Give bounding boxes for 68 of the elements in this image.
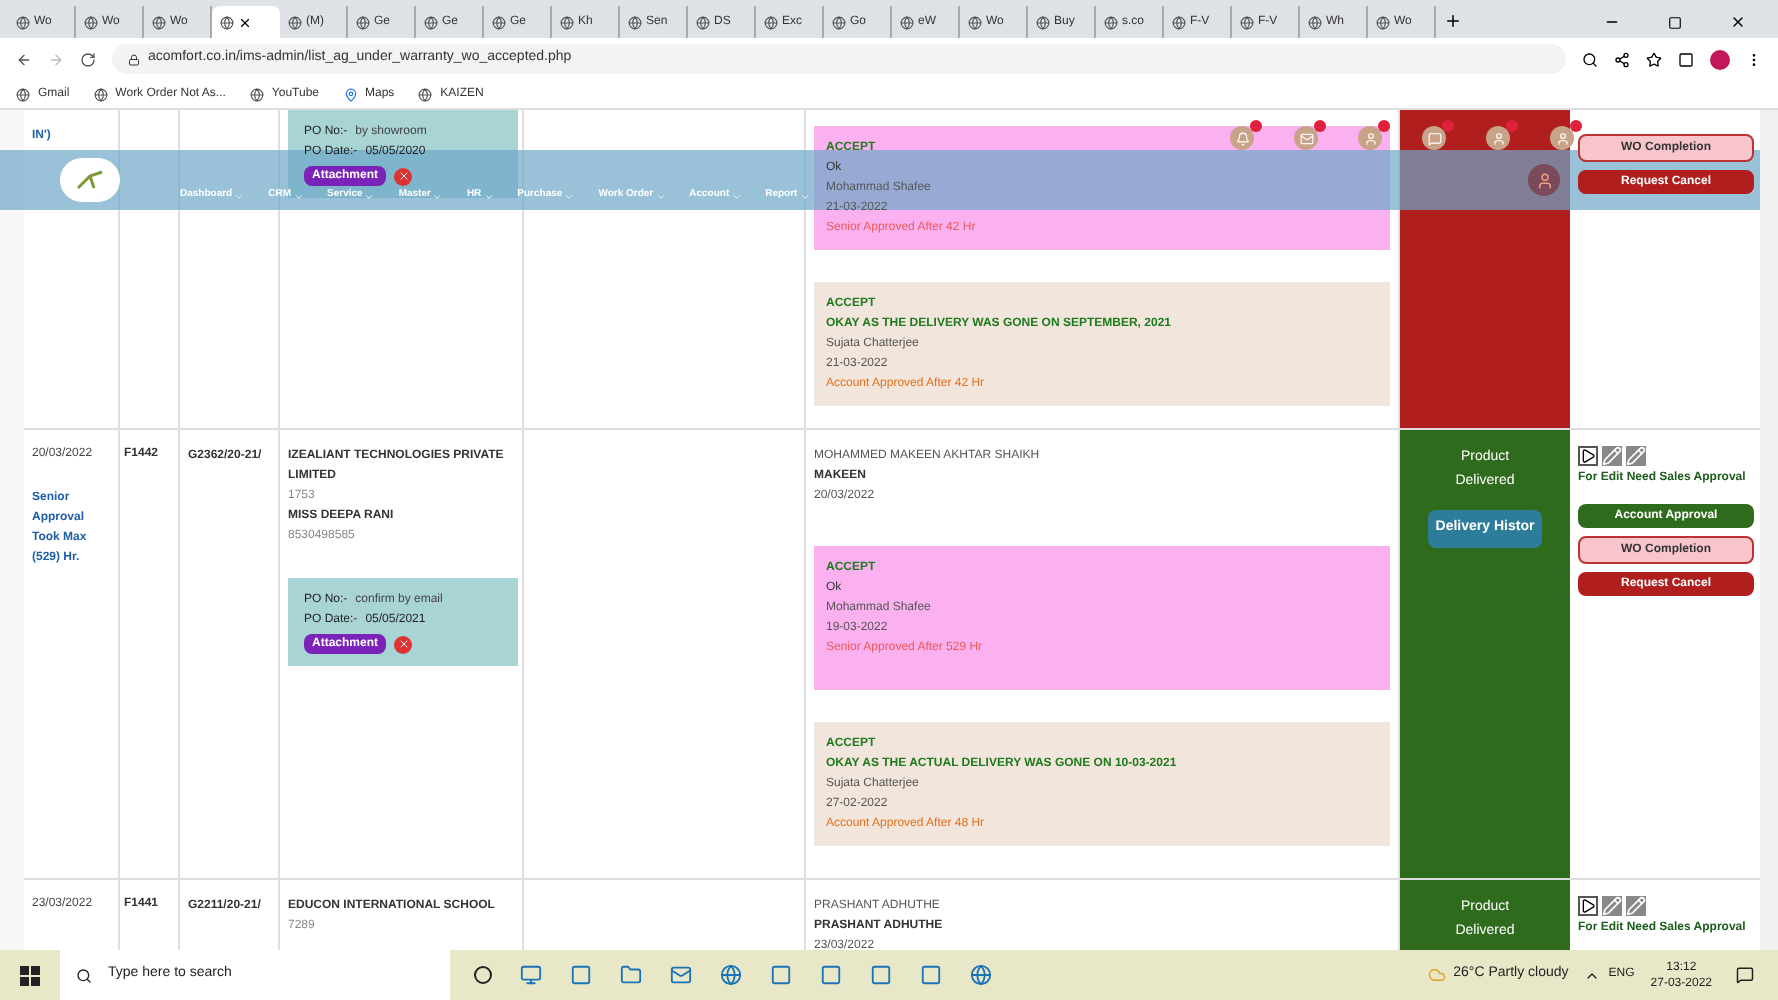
remove-icon[interactable] — [394, 635, 413, 653]
caret-icon — [799, 191, 810, 201]
play-icon[interactable] — [1578, 896, 1598, 916]
search-icon[interactable] — [1582, 51, 1598, 67]
taskbar-app-icon[interactable] — [620, 964, 642, 986]
site-icon — [220, 15, 234, 29]
site-icon — [1308, 15, 1322, 29]
reload-icon[interactable] — [80, 51, 96, 67]
globe-icon — [93, 87, 108, 101]
notifications-icon[interactable] — [1736, 966, 1754, 984]
taskbar-app-icon[interactable] — [970, 964, 992, 986]
taskbar-app-icon[interactable] — [870, 964, 892, 986]
site-icon — [356, 15, 370, 29]
site-icon — [560, 15, 574, 29]
site-icon — [1376, 15, 1390, 29]
site-icon — [628, 15, 642, 29]
close-icon[interactable] — [1730, 14, 1746, 30]
taskbar-app-icon[interactable] — [770, 964, 792, 986]
site-icon — [968, 15, 982, 29]
caret-icon — [364, 191, 375, 201]
site-icon — [832, 15, 846, 29]
taskbar-app-icon[interactable] — [820, 964, 842, 986]
back-icon[interactable] — [16, 51, 32, 67]
site-icon — [16, 15, 30, 29]
site-icon — [152, 15, 166, 29]
browser-tab[interactable] — [212, 6, 280, 38]
taskbar-app-icon[interactable] — [570, 964, 592, 986]
logo-icon — [60, 158, 120, 202]
close-icon[interactable] — [238, 15, 252, 29]
taskbar-app-icon[interactable] — [670, 964, 692, 986]
globe-icon — [16, 87, 30, 101]
site-icon — [492, 15, 506, 29]
taskbar-app-icon[interactable] — [520, 964, 542, 986]
sidebar-icon[interactable] — [1678, 51, 1694, 67]
caret-icon — [564, 191, 575, 201]
share-icon[interactable] — [1614, 51, 1630, 67]
site-icon — [696, 15, 710, 29]
site-icon — [288, 15, 302, 29]
caret-icon — [234, 191, 245, 201]
site-icon — [1172, 15, 1186, 29]
taskbar-app-icon[interactable] — [720, 964, 742, 986]
map-pin-icon — [343, 87, 357, 101]
caret-icon — [432, 191, 443, 201]
site-icon — [900, 15, 914, 29]
globe-icon — [249, 87, 264, 101]
site-icon — [1104, 15, 1118, 29]
site-icon — [1036, 15, 1050, 29]
caret-icon — [731, 191, 742, 201]
site-icon — [84, 15, 98, 29]
maximize-icon[interactable] — [1668, 16, 1682, 30]
caret-icon — [483, 191, 494, 201]
new-tab-icon[interactable] — [1444, 12, 1462, 30]
caret-icon — [655, 191, 666, 201]
weather-icon — [1427, 966, 1446, 984]
edit-icon[interactable] — [1626, 446, 1646, 466]
profile-avatar[interactable] — [1710, 49, 1730, 69]
edit-icon[interactable] — [1626, 896, 1646, 916]
caret-icon — [293, 191, 304, 201]
cortana-icon[interactable] — [474, 966, 492, 984]
globe-icon — [418, 87, 433, 101]
site-icon — [1240, 15, 1254, 29]
site-icon — [424, 15, 438, 29]
taskbar-app-icon[interactable] — [920, 964, 942, 986]
search-icon — [76, 967, 92, 983]
site-icon — [764, 15, 778, 29]
star-icon[interactable] — [1646, 51, 1662, 67]
user-avatar[interactable] — [1528, 164, 1560, 196]
play-icon[interactable] — [1578, 446, 1598, 466]
